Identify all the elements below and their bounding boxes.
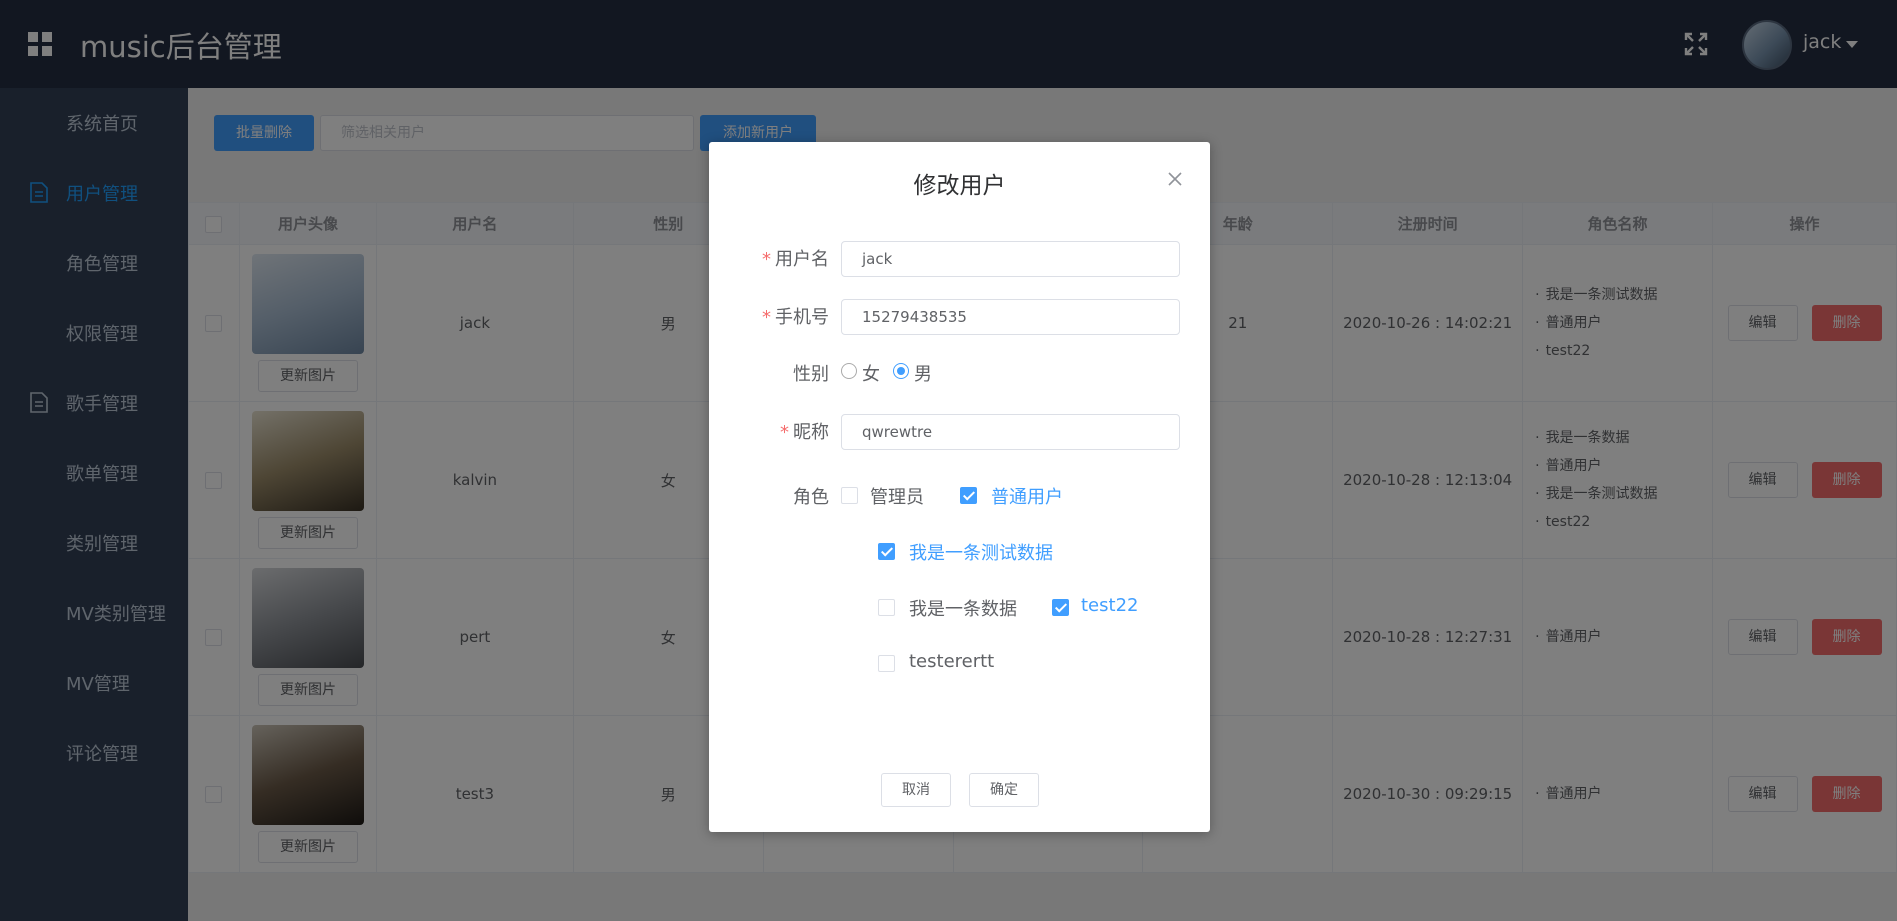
phone-label: * 手机号 — [762, 307, 829, 328]
nickname-input[interactable]: qwrewtre — [841, 414, 1180, 450]
username-input[interactable]: jack — [841, 241, 1180, 277]
edit-user-dialog: 修改用户 * 用户名 jack * 手机号 15279438535 性别 女 男 *… — [709, 142, 1210, 832]
close-icon[interactable] — [1166, 170, 1184, 188]
gender-female-label[interactable]: 女 — [862, 360, 880, 386]
phone-input[interactable]: 15279438535 — [841, 299, 1180, 335]
gender-label: 性别 — [793, 364, 829, 385]
role-checkbox-test-data[interactable] — [878, 543, 895, 560]
role-checkbox-normal[interactable] — [960, 487, 977, 504]
role-label-testerertt[interactable]: testerertt — [909, 651, 994, 672]
gender-male-label[interactable]: 男 — [914, 360, 932, 386]
role-checkbox-test22[interactable] — [1052, 599, 1069, 616]
role-label-admin[interactable]: 管理员 — [870, 483, 924, 509]
role-checkbox-admin[interactable] — [841, 487, 858, 504]
gender-female-radio[interactable] — [841, 363, 857, 379]
role-checkbox-testerertt[interactable] — [878, 655, 895, 672]
nickname-label: * 昵称 — [780, 422, 829, 443]
role-label-normal[interactable]: 普通用户 — [991, 483, 1063, 509]
role-checkbox-data[interactable] — [878, 599, 895, 616]
dialog-title: 修改用户 — [913, 173, 1006, 199]
cancel-button[interactable]: 取消 — [881, 773, 951, 807]
role-label-test-data[interactable]: 我是一条测试数据 — [909, 539, 1053, 565]
role-label-data[interactable]: 我是一条数据 — [909, 595, 1017, 621]
gender-male-radio[interactable] — [893, 363, 909, 379]
role-label-test22[interactable]: test22 — [1081, 595, 1138, 616]
role-label: 角色 — [793, 487, 829, 508]
confirm-button[interactable]: 确定 — [969, 773, 1039, 807]
username-label: * 用户名 — [762, 249, 829, 270]
